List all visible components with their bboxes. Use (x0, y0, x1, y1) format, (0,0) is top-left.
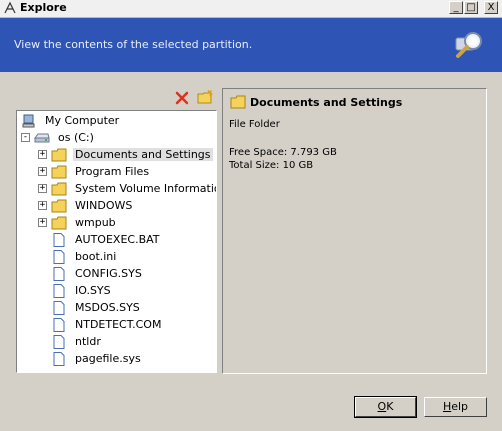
tree-item-label: IO.SYS (75, 284, 111, 297)
tree-item-boot-ini[interactable]: boot.ini (51, 248, 118, 265)
help-mnemonic: H (442, 400, 452, 413)
window-title: Explore (20, 1, 67, 14)
tree-item-io-sys[interactable]: IO.SYS (51, 282, 113, 299)
folder-icon (51, 182, 67, 195)
minimize-button[interactable]: _ (449, 1, 463, 14)
new-folder-icon[interactable] (197, 89, 213, 105)
file-icon (53, 300, 65, 315)
app-icon (4, 1, 16, 14)
computer-icon (22, 114, 35, 127)
file-icon (53, 232, 65, 247)
ok-mnemonic: O (377, 400, 387, 413)
search-magnifier-icon (455, 32, 482, 58)
file-icon (53, 249, 65, 264)
file-icon (53, 283, 65, 298)
folder-tree[interactable]: My Computer - os (C:) + Documents and Se… (16, 110, 217, 373)
file-icon (53, 317, 65, 332)
tree-item-ntdetect-com[interactable]: NTDETECT.COM (51, 316, 163, 333)
file-icon (53, 334, 65, 349)
tree-item-label: My Computer (45, 114, 120, 127)
tree-item-my-computer[interactable]: My Computer (21, 112, 121, 129)
tree-item-label: MSDOS.SYS (75, 301, 140, 314)
tree-item-config-sys[interactable]: CONFIG.SYS (51, 265, 144, 282)
tree-item-program-files[interactable]: + Program Files (38, 163, 151, 180)
tree-item-windows[interactable]: + WINDOWS (38, 197, 134, 214)
details-type: File Folder (229, 119, 280, 130)
folder-icon (51, 199, 67, 212)
maximize-button[interactable]: □ (464, 1, 478, 14)
tree-item-label: WINDOWS (75, 199, 133, 212)
tree-item-label: Program Files (75, 165, 150, 178)
expand-toggle[interactable]: + (38, 167, 47, 176)
details-total-size: Total Size: 10 GB (229, 160, 314, 171)
tree-item-drive-c[interactable]: - os (C:) (21, 129, 96, 146)
tree-item-label: NTDETECT.COM (75, 318, 162, 331)
file-icon (53, 351, 65, 366)
details-name: Documents and Settings (250, 95, 403, 109)
tree-item-wmpub[interactable]: + wmpub (38, 214, 118, 231)
expand-toggle[interactable]: + (38, 201, 47, 210)
tree-item-label: Documents and Settings (73, 148, 213, 161)
ok-label: K (386, 400, 394, 413)
title-bar[interactable]: Explore _ □ X (0, 0, 502, 18)
collapse-toggle[interactable]: - (21, 133, 30, 142)
tree-item-pagefile-sys[interactable]: pagefile.sys (51, 350, 143, 367)
expand-toggle[interactable]: + (38, 150, 47, 159)
tree-item-label: boot.ini (75, 250, 117, 263)
explore-dialog: Explore _ □ X View the contents of the s… (0, 0, 502, 431)
tree-item-label: os (C:) (58, 131, 94, 144)
expand-toggle[interactable]: + (38, 218, 47, 227)
header-description: View the contents of the selected partit… (14, 38, 253, 51)
tree-item-documents-and-settings[interactable]: + Documents and Settings (38, 146, 213, 163)
details-free-space: Free Space: 7.793 GB (229, 147, 337, 158)
expand-toggle[interactable]: + (38, 184, 47, 193)
file-icon (53, 266, 65, 281)
tree-item-label: CONFIG.SYS (75, 267, 142, 280)
tree-item-label: wmpub (75, 216, 116, 229)
tree-item-autoexec-bat[interactable]: AUTOEXEC.BAT (51, 231, 162, 248)
tree-item-ntldr[interactable]: ntldr (51, 333, 103, 350)
tree-item-label: pagefile.sys (75, 352, 141, 365)
ok-button[interactable]: OK (354, 396, 417, 418)
folder-icon (230, 95, 246, 109)
folder-icon (51, 148, 67, 161)
drive-icon (34, 133, 50, 142)
folder-icon (51, 165, 67, 178)
header-banner: View the contents of the selected partit… (0, 18, 502, 72)
help-button[interactable]: Help (424, 397, 487, 417)
tree-item-label: AUTOEXEC.BAT (75, 233, 160, 246)
tree-item-system-volume-information[interactable]: + System Volume Information (38, 180, 217, 197)
help-label: elp (451, 400, 469, 413)
delete-icon[interactable] (174, 90, 190, 106)
tree-item-label: System Volume Information (75, 182, 217, 195)
details-header: Documents and Settings (230, 95, 402, 109)
folder-icon (51, 216, 67, 229)
tree-item-msdos-sys[interactable]: MSDOS.SYS (51, 299, 142, 316)
details-panel: Documents and Settings File Folder Free … (222, 88, 487, 374)
close-button[interactable]: X (484, 1, 498, 14)
tree-item-label: ntldr (75, 335, 101, 348)
